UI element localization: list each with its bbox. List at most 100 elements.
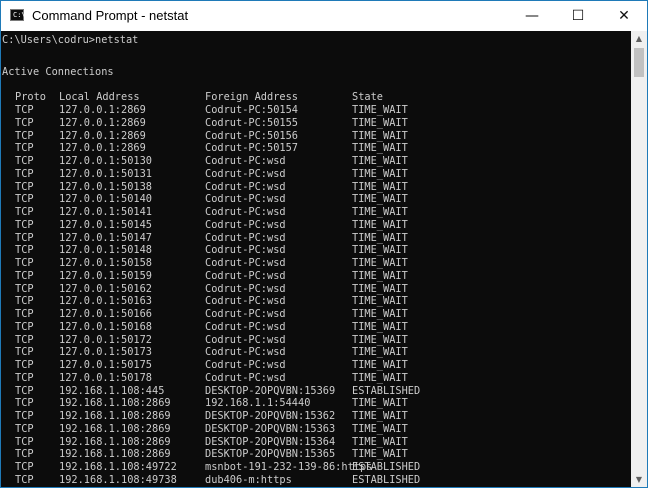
proto-cell: TCP [15,206,34,218]
proto-cell: TCP [15,257,34,269]
state-cell: TIME_WAIT [352,282,408,295]
foreign-address-cell: Codrut-PC:50155 [205,116,298,129]
local-address-cell: 127.0.0.1:50163 [59,295,152,308]
title-bar[interactable]: C:\ Command Prompt - netstat — ☐ ✕ [1,1,647,31]
proto-cell: TCP [15,448,34,461]
foreign-address-cell: Codrut-PC:wsd [205,282,286,295]
minimize-button[interactable]: — [509,1,555,31]
column-header-local-address: Local Address [59,91,140,103]
proto-cell: TCP [15,461,34,473]
scroll-track[interactable] [634,48,644,468]
connection-row: TCP 127.0.0.1:2869 Codrut-PC:50154 TIME_WAI… [1,104,631,117]
local-address-cell: 127.0.0.1:50138 [59,180,152,193]
connection-row: TCP 127.0.0.1:2869 Codrut-PC:50157 TIME_WAI… [1,142,631,155]
state-cell: TIME_WAIT [352,231,408,244]
foreign-address-cell: Codrut-PC:wsd [205,333,286,346]
state-cell: TIME_WAIT [352,116,408,129]
proto-cell: TCP [15,193,34,206]
connection-row: TCP 127.0.0.1:50140 Codrut-PC:wsd TIME_WAIT [1,193,631,206]
console-output[interactable]: C:\Users\codru>netstat Active Connection… [1,31,631,487]
proto-cell: TCP [15,410,34,422]
scroll-thumb[interactable] [634,48,644,77]
window-title: Command Prompt - netstat [32,8,189,23]
proto-cell: TCP [15,359,34,371]
proto-cell: TCP [15,346,34,359]
local-address-cell: 127.0.0.1:50175 [59,359,152,371]
state-cell: TIME_WAIT [352,435,408,448]
foreign-address-cell: DESKTOP-2OPQVBN:15363 [205,422,336,435]
connection-row: TCP 127.0.0.1:50141 Codrut-PC:wsd TIME_WAIT [1,206,631,219]
column-header-foreign-address: Foreign Address [205,91,298,103]
state-cell: TIME_WAIT [352,167,408,180]
scroll-down-arrow-icon[interactable]: ▼ [631,472,647,487]
section-heading: Active Connections [2,66,114,78]
local-address-cell: 127.0.0.1:50158 [59,257,152,269]
column-header-proto: Proto [15,91,46,103]
local-address-cell: 127.0.0.1:50147 [59,231,152,244]
local-address-cell: 127.0.0.1:50173 [59,346,152,359]
proto-cell: TCP [15,116,34,129]
connection-row: TCP 192.168.1.108:49738 dub406-m:https ESTA… [1,474,631,487]
connection-row: TCP 127.0.0.1:50159 Codrut-PC:wsd TIME_WAIT [1,270,631,283]
proto-cell: TCP [15,435,34,448]
connection-row: TCP 192.168.1.108:2869 DESKTOP-2OPQVBN:153… [1,423,631,436]
connection-row: TCP 127.0.0.1:50138 Codrut-PC:wsd TIME_WAIT [1,181,631,194]
state-cell: ESTABLISHED [352,473,421,486]
local-address-cell: 127.0.0.1:50141 [59,206,152,218]
proto-cell: TCP [15,397,34,410]
proto-cell: TCP [15,384,34,397]
state-cell: TIME_WAIT [352,104,408,116]
local-address-cell: 192.168.1.108:49738 [59,473,177,486]
state-cell: TIME_WAIT [352,397,408,410]
connection-row: TCP 192.168.1.108:445 DESKTOP-2OPQVBN:1536… [1,385,631,398]
vertical-scrollbar[interactable]: ▲ ▼ [631,31,647,487]
proto-cell: TCP [15,269,34,282]
state-cell: TIME_WAIT [352,180,408,193]
icon-glyph: C:\ [13,11,26,19]
proto-cell: TCP [15,167,34,180]
local-address-cell: 127.0.0.1:2869 [59,129,146,142]
connection-row: TCP 192.168.1.108:2869 DESKTOP-2OPQVBN:153… [1,436,631,449]
scroll-up-arrow-icon[interactable]: ▲ [631,31,647,46]
connection-row: TCP 127.0.0.1:50130 Codrut-PC:wsd TIME_WAIT [1,155,631,168]
command-prompt-icon[interactable]: C:\ [10,9,26,21]
proto-cell: TCP [15,142,34,155]
state-cell: TIME_WAIT [352,308,408,320]
connection-row: TCP 127.0.0.1:50148 Codrut-PC:wsd TIME_WAIT [1,244,631,257]
foreign-address-cell: Codrut-PC:50157 [205,142,298,155]
foreign-address-cell: Codrut-PC:50156 [205,129,298,142]
state-cell: TIME_WAIT [352,155,408,167]
connection-row: TCP 127.0.0.1:50147 Codrut-PC:wsd TIME_WAIT [1,232,631,245]
proto-cell: TCP [15,104,34,116]
proto-cell: TCP [15,320,34,333]
foreign-address-cell: DESKTOP-2OPQVBN:15362 [205,410,336,422]
connection-row: TCP 192.168.1.108:2869 DESKTOP-2OPQVBN:153… [1,448,631,461]
foreign-address-cell: DESKTOP-2OPQVBN:15364 [205,435,336,448]
foreign-address-cell: Codrut-PC:wsd [205,218,286,231]
close-icon: ✕ [618,8,630,24]
foreign-address-cell: Codrut-PC:wsd [205,206,286,218]
foreign-address-cell: Codrut-PC:wsd [205,155,286,167]
state-cell: TIME_WAIT [352,333,408,346]
local-address-cell: 127.0.0.1:50131 [59,167,152,180]
foreign-address-cell: Codrut-PC:wsd [205,167,286,180]
local-address-cell: 127.0.0.1:50130 [59,155,152,167]
proto-cell: TCP [15,180,34,193]
connection-row: TCP 127.0.0.1:50162 Codrut-PC:wsd TIME_WAIT [1,283,631,296]
proto-cell: TCP [15,282,34,295]
maximize-button[interactable]: ☐ [555,1,601,31]
connection-row: TCP 127.0.0.1:50158 Codrut-PC:wsd TIME_WAIT [1,257,631,270]
foreign-address-cell: dub406-m:https [205,473,292,486]
foreign-address-cell: Codrut-PC:wsd [205,180,286,193]
minimize-icon: — [525,8,539,24]
connection-row: TCP 127.0.0.1:50175 Codrut-PC:wsd TIME_WAIT [1,359,631,372]
column-header-state: State [352,91,383,103]
command-prompt-window: C:\ Command Prompt - netstat — ☐ ✕ C:\Us… [0,0,648,488]
close-button[interactable]: ✕ [601,1,647,31]
foreign-address-cell: DESKTOP-2OPQVBN:15369 [205,384,336,397]
connection-row: TCP 192.168.1.108:49722 msnbot-191-232-139… [1,461,631,474]
state-cell: TIME_WAIT [352,422,408,435]
state-cell: TIME_WAIT [352,448,408,461]
state-cell: TIME_WAIT [352,320,408,333]
connection-row: TCP 127.0.0.1:50166 Codrut-PC:wsd TIME_WAIT [1,308,631,321]
